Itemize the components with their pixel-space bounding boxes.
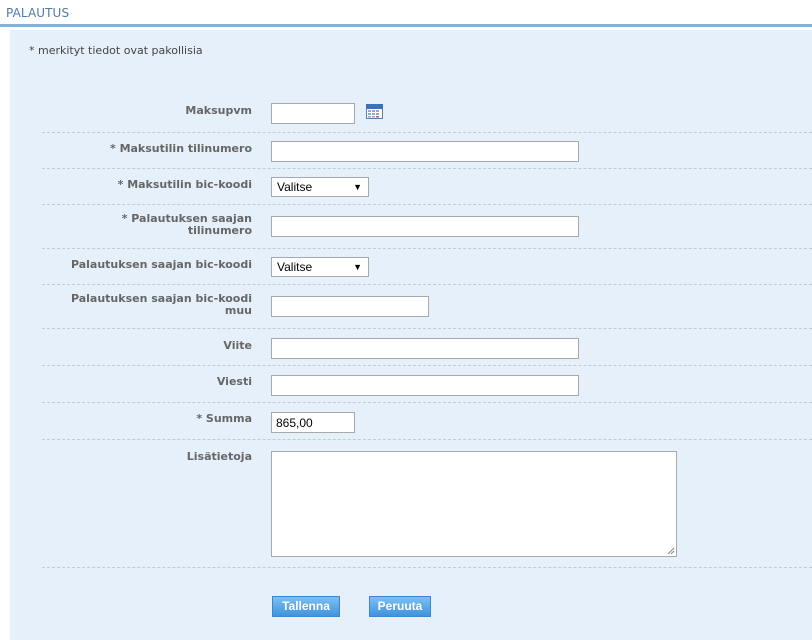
divider	[42, 284, 812, 285]
label-saajan-tilinumero: * Palautuksen saajan tilinumero	[32, 213, 252, 237]
page: PALAUTUS * merkityt tiedot ovat pakollis…	[0, 0, 812, 640]
divider	[42, 328, 812, 329]
label-lisatietoja: Lisätietoja	[186, 450, 252, 463]
calendar-icon[interactable]	[366, 104, 383, 119]
viesti-input[interactable]	[271, 375, 579, 396]
divider	[42, 248, 812, 249]
required-fields-note: * merkityt tiedot ovat pakollisia	[29, 44, 203, 57]
divider	[42, 439, 812, 440]
label-line: muu	[224, 304, 252, 317]
divider	[42, 132, 812, 133]
select-value: Valitse	[277, 180, 313, 194]
select-value: Valitse	[277, 260, 313, 274]
label-maksutilin-tilinumero: * Maksutilin tilinumero	[109, 142, 252, 155]
label-viite: Viite	[223, 339, 252, 352]
maksutilin-tilinumero-input[interactable]	[271, 141, 579, 162]
label-saajan-bic: Palautuksen saajan bic-koodi	[70, 258, 252, 271]
resize-grip-icon[interactable]	[667, 547, 675, 555]
label-saajan-bic-muu: Palautuksen saajan bic-koodi muu	[32, 293, 252, 317]
label-summa: * Summa	[196, 412, 252, 425]
label-viesti: Viesti	[216, 375, 252, 388]
triangle-down-icon: ▼	[353, 262, 362, 272]
lisatietoja-textarea[interactable]	[271, 451, 677, 557]
maksutilin-bic-select[interactable]: Valitse ▼	[271, 177, 369, 197]
divider	[42, 365, 812, 366]
triangle-down-icon: ▼	[353, 182, 362, 192]
summa-input[interactable]	[271, 412, 355, 433]
divider	[42, 567, 812, 568]
label-maksupvm: Maksupvm	[185, 104, 252, 117]
saajan-tilinumero-input[interactable]	[271, 216, 579, 237]
viite-input[interactable]	[271, 338, 579, 359]
label-maksutilin-bic: * Maksutilin bic-koodi	[117, 178, 252, 191]
saajan-bic-select[interactable]: Valitse ▼	[271, 257, 369, 277]
cancel-button[interactable]: Peruuta	[369, 596, 431, 617]
section-title: PALAUTUS	[6, 6, 70, 20]
maksupvm-input[interactable]	[271, 103, 355, 124]
label-line: Palautuksen saajan bic-koodi	[70, 292, 252, 305]
save-button[interactable]: Tallenna	[272, 596, 340, 617]
divider	[42, 204, 812, 205]
label-line: tilinumero	[187, 224, 252, 237]
saajan-bic-muu-input[interactable]	[271, 296, 429, 317]
divider	[42, 402, 812, 403]
divider	[42, 168, 812, 169]
section-header: PALAUTUS	[0, 0, 812, 27]
